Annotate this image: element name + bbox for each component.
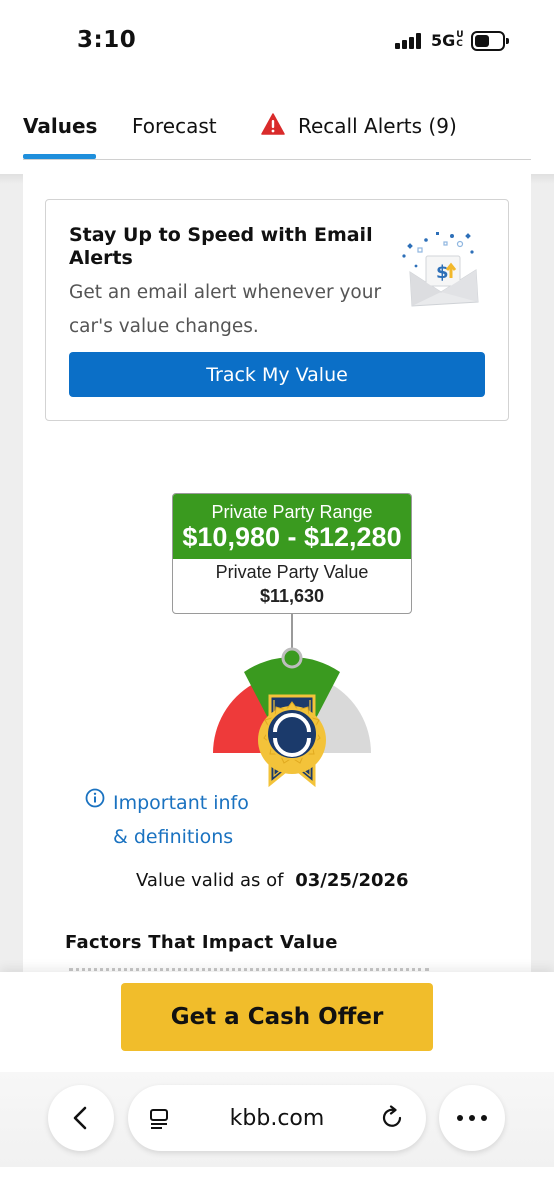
address-bar[interactable]: kbb.com — [128, 1085, 426, 1151]
network-suffix: UC — [456, 30, 464, 49]
range-label: Private Party Range — [211, 502, 373, 522]
track-my-value-button[interactable]: Track My Value — [69, 352, 485, 397]
email-alert-text: Get an email alert whenever your car's v… — [69, 282, 382, 337]
private-party-value: $11,630 — [259, 586, 325, 606]
value-gauge — [213, 614, 371, 788]
tab-bar: Values Forecast Recall Alerts (9) — [0, 84, 554, 174]
network-label: 5G — [431, 31, 456, 50]
important-info-line1: Important info — [113, 792, 249, 814]
tab-recall-label: Recall Alerts (9) — [298, 114, 457, 138]
warning-icon — [261, 113, 285, 135]
important-info-line2: & definitions — [113, 826, 234, 848]
main-content: Stay Up to Speed with Email Alerts Get a… — [0, 174, 554, 972]
battery-icon — [471, 31, 509, 51]
range-header: Private Party Range $10,980 - $12,280 — [173, 494, 411, 559]
value-valid-date: Value valid as of 03/25/2026 — [136, 870, 409, 891]
more-options-button[interactable] — [439, 1085, 505, 1151]
envelope-dollar-icon: $ — [402, 232, 479, 307]
status-bar: 3:10 5GUC — [0, 0, 554, 84]
valid-date: 03/25/2026 — [295, 870, 409, 891]
network-type: 5GUC — [431, 30, 464, 51]
info-icon — [85, 788, 105, 808]
tab-recall-alerts[interactable]: Recall Alerts (9) — [261, 113, 457, 138]
range-value: $10,980 - $12,280 — [182, 522, 402, 552]
value-callout: Private Party Range $10,980 - $12,280 Pr… — [172, 493, 412, 614]
valid-label: Value valid as of — [136, 870, 284, 891]
cellular-signal-icon — [395, 33, 423, 49]
back-button[interactable] — [48, 1085, 114, 1151]
email-alert-title: Stay Up to Speed with Email Alerts — [69, 224, 373, 269]
tab-forecast[interactable]: Forecast — [132, 114, 217, 138]
get-cash-offer-button[interactable]: Get a Cash Offer — [121, 983, 433, 1051]
private-party-value-label: Private Party Value — [215, 562, 369, 582]
email-alert-box: Stay Up to Speed with Email Alerts Get a… — [45, 199, 509, 421]
values-card: Stay Up to Speed with Email Alerts Get a… — [23, 174, 531, 972]
tab-divider — [23, 159, 531, 160]
svg-text:$: $ — [436, 262, 449, 283]
reload-icon — [382, 1105, 402, 1127]
status-time: 3:10 — [77, 27, 137, 53]
ellipsis-icon — [457, 1115, 487, 1121]
factors-heading: Factors That Impact Value — [65, 932, 338, 953]
tab-values[interactable]: Values — [23, 114, 97, 138]
chevron-left-icon — [73, 1106, 87, 1130]
browser-toolbar: kbb.com — [0, 1072, 554, 1167]
bottom-area: Get a Cash Offer kbb.com — [0, 972, 554, 1200]
important-info-text[interactable]: Important info & definitions — [113, 786, 293, 854]
